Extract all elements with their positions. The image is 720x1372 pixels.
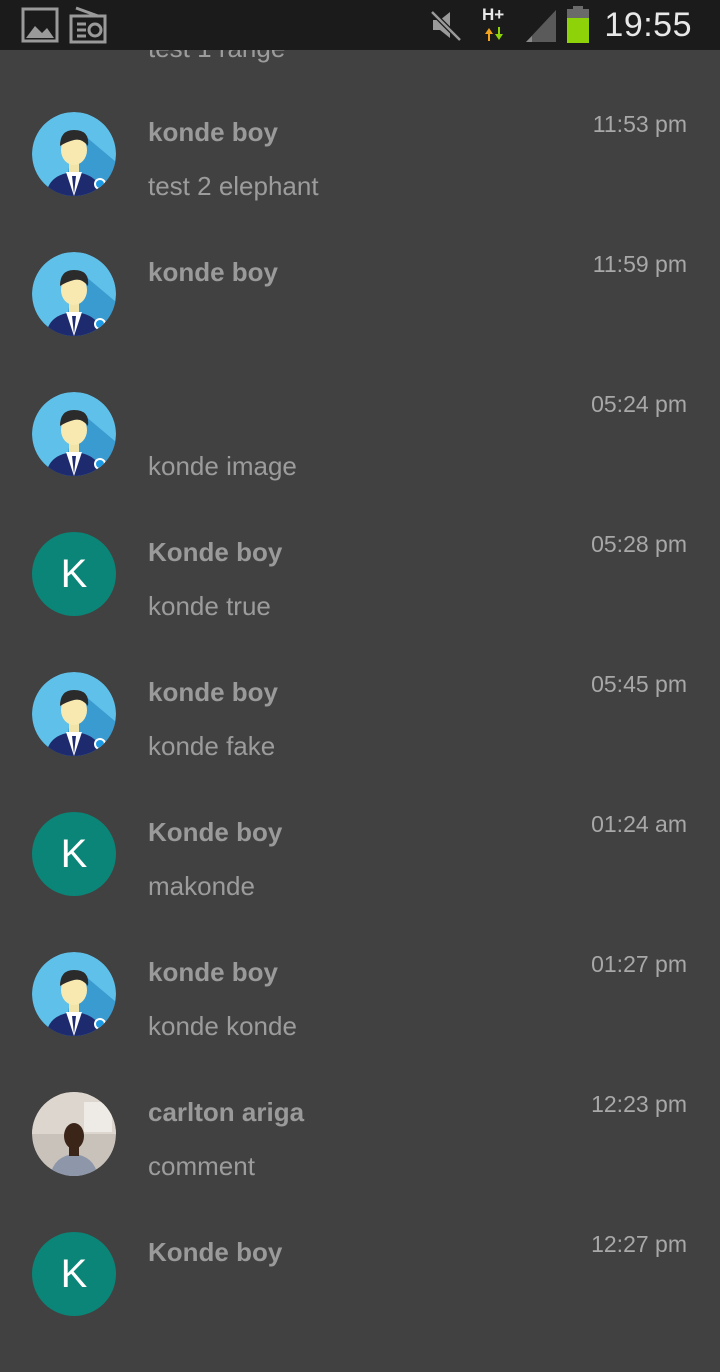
- sender-name: Konde boy: [148, 537, 283, 567]
- sender-name: konde boy: [148, 257, 279, 287]
- message-text: konde konde: [148, 1011, 297, 1041]
- timestamp: 01:27 pm: [591, 951, 687, 977]
- message-text: makonde: [148, 871, 255, 901]
- message-text: konde image: [148, 451, 297, 481]
- network-icon: H+: [480, 0, 512, 50]
- avatar-default-user[interactable]: [32, 952, 116, 1036]
- avatar-letter[interactable]: K: [32, 532, 116, 616]
- mute-icon: [430, 10, 462, 42]
- avatar-default-user[interactable]: [32, 112, 116, 196]
- radio-icon: [69, 6, 107, 44]
- list-item[interactable]: konde boy konde konde 01:27 pm: [0, 951, 720, 1092]
- network-label: H+: [482, 5, 505, 24]
- list-item[interactable]: konde boy 11:59 pm: [0, 251, 720, 392]
- avatar-default-user[interactable]: [32, 672, 116, 756]
- list-item[interactable]: K Konde boy konde true 05:28 pm: [0, 531, 720, 672]
- list-item[interactable]: K Konde boy 12:27 pm: [0, 1231, 720, 1372]
- avatar-default-user[interactable]: [32, 252, 116, 336]
- timestamp: 01:24 am: [591, 811, 687, 837]
- sender-name: konde boy: [148, 677, 279, 707]
- timestamp: 05:45 pm: [591, 671, 687, 697]
- sender-name: konde boy: [148, 957, 279, 987]
- timestamp: 12:27 pm: [591, 1231, 687, 1257]
- sender-name: konde boy: [148, 117, 279, 147]
- timestamp: 11:53 pm: [592, 111, 687, 137]
- list-item[interactable]: konde image 05:24 pm: [0, 391, 720, 532]
- gallery-icon: [21, 7, 59, 43]
- sender-name: Konde boy: [148, 817, 283, 847]
- timestamp: 12:23 pm: [591, 1091, 687, 1117]
- message-text: konde fake: [148, 731, 276, 761]
- sender-name: Konde boy: [148, 1237, 283, 1267]
- message-text: konde true: [148, 591, 271, 621]
- list-item[interactable]: K Konde boy makonde 01:24 am: [0, 811, 720, 952]
- status-bar: H+ 19:55: [0, 0, 720, 50]
- avatar-letter[interactable]: K: [32, 1232, 116, 1316]
- message-text: comment: [148, 1151, 255, 1181]
- timestamp: 11:59 pm: [592, 251, 687, 277]
- avatar-default-user[interactable]: [32, 392, 116, 476]
- avatar-letter[interactable]: K: [32, 812, 116, 896]
- timestamp: 05:28 pm: [591, 531, 687, 557]
- list-item[interactable]: carlton ariga comment 12:23 pm: [0, 1091, 720, 1232]
- battery-icon: [567, 6, 589, 43]
- list-item[interactable]: konde boy konde fake 05:45 pm: [0, 671, 720, 812]
- message-text: test 2 elephant: [148, 171, 319, 201]
- comment-list[interactable]: test 1 range konde boy test 2 elephant 1…: [0, 0, 720, 1316]
- timestamp: 05:24 pm: [591, 391, 687, 417]
- avatar-photo[interactable]: [32, 1092, 116, 1176]
- sender-name: carlton ariga: [148, 1097, 305, 1127]
- clock: 19:55: [604, 6, 692, 44]
- list-item[interactable]: konde boy test 2 elephant 11:53 pm: [0, 111, 720, 252]
- signal-icon: [526, 10, 556, 42]
